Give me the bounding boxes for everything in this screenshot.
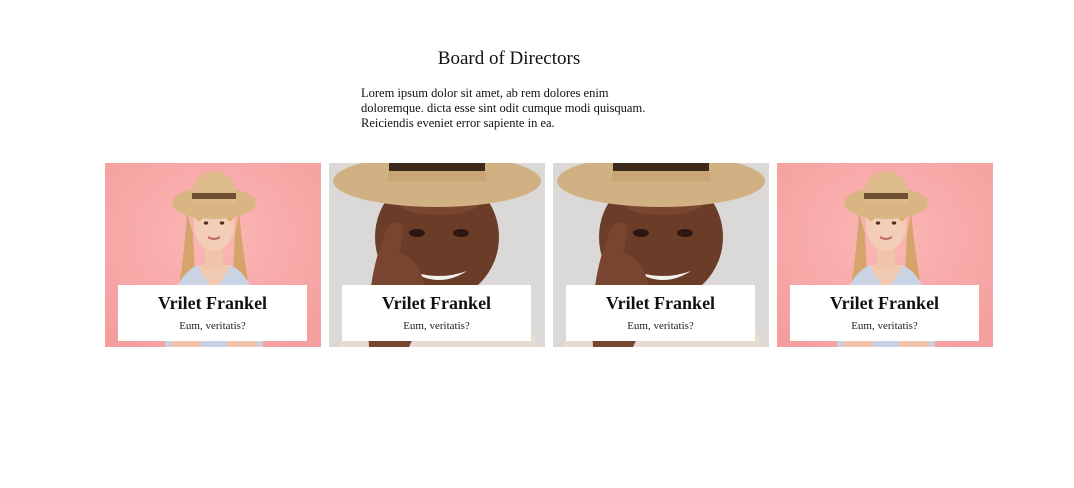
director-name: Vrilet Frankel <box>157 293 268 313</box>
director-caption: Vrilet Frankel Eum, veritatis? <box>566 285 755 341</box>
section-title: Board of Directors <box>437 48 581 69</box>
director-role: Eum, veritatis? <box>403 320 470 332</box>
director-card: Vrilet Frankel Eum, veritatis? <box>553 163 769 347</box>
director-role: Eum, veritatis? <box>851 320 918 332</box>
director-caption: Vrilet Frankel Eum, veritatis? <box>342 285 531 341</box>
director-name: Vrilet Frankel <box>605 293 716 313</box>
director-card: Vrilet Frankel Eum, veritatis? <box>105 163 321 347</box>
director-caption: Vrilet Frankel Eum, veritatis? <box>118 285 307 341</box>
director-role: Eum, veritatis? <box>179 320 246 332</box>
director-name: Vrilet Frankel <box>829 293 940 313</box>
section-intro: Lorem ipsum dolor sit amet, ab rem dolor… <box>361 86 646 130</box>
director-name: Vrilet Frankel <box>381 293 492 313</box>
director-card: Vrilet Frankel Eum, veritatis? <box>777 163 993 347</box>
board-cards: Vrilet Frankel Eum, veritatis? Vrilet Fr… <box>105 163 993 347</box>
director-card: Vrilet Frankel Eum, veritatis? <box>329 163 545 347</box>
director-caption: Vrilet Frankel Eum, veritatis? <box>790 285 979 341</box>
director-role: Eum, veritatis? <box>627 320 694 332</box>
